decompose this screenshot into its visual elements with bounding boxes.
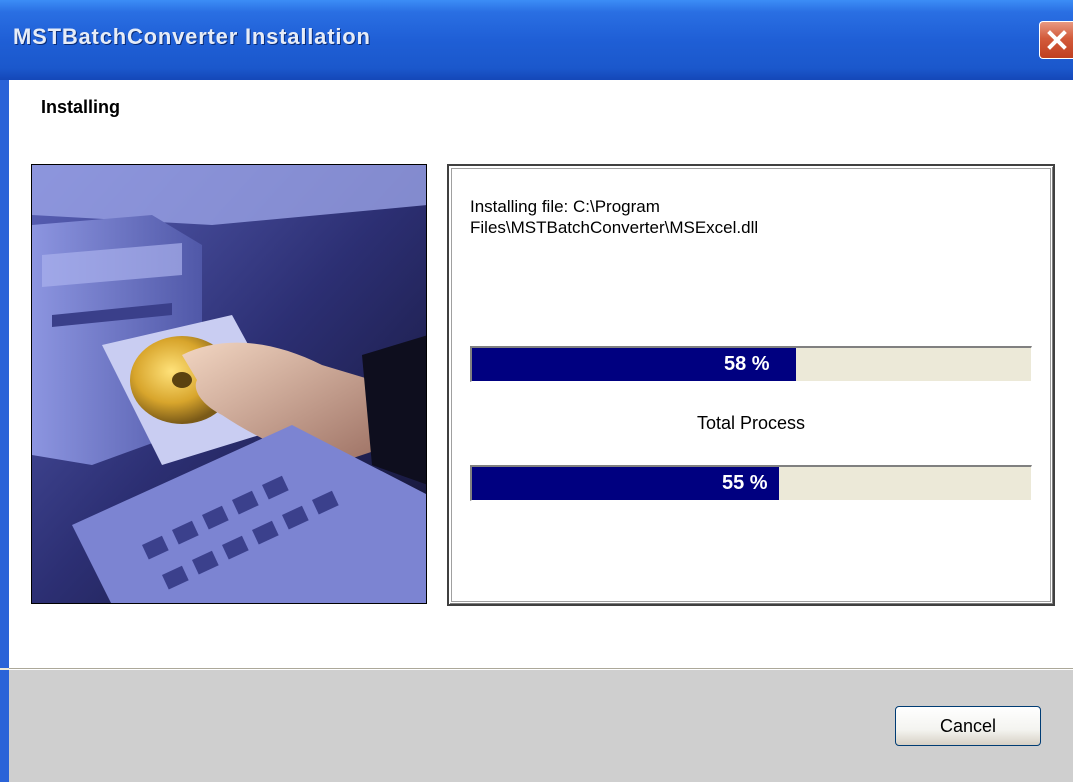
total-process-label: Total Process [696, 413, 806, 433]
file-progress-bar: 58 % [470, 346, 1032, 382]
installer-window: MSTBatchConverter Installation Installin… [0, 0, 1073, 782]
close-button[interactable] [1039, 21, 1073, 59]
total-progress-label: 55 % [722, 472, 768, 494]
current-file-line2: Files\MSTBatchConverter\MSExcel.dll [470, 218, 759, 237]
installer-image [31, 164, 427, 604]
cancel-button[interactable]: Cancel [895, 706, 1041, 746]
current-file-status: Installing file: C:\Program Files\MSTBat… [470, 196, 1030, 238]
page-title: Installing [41, 97, 121, 117]
total-progress-bar: 55 % [470, 465, 1032, 501]
close-icon [1047, 30, 1067, 50]
title-bar[interactable]: MSTBatchConverter Installation [0, 0, 1073, 80]
current-file-line1: Installing file: C:\Program [470, 197, 660, 216]
file-progress-label: 58 % [724, 353, 770, 375]
window-title: MSTBatchConverter Installation [13, 24, 371, 49]
